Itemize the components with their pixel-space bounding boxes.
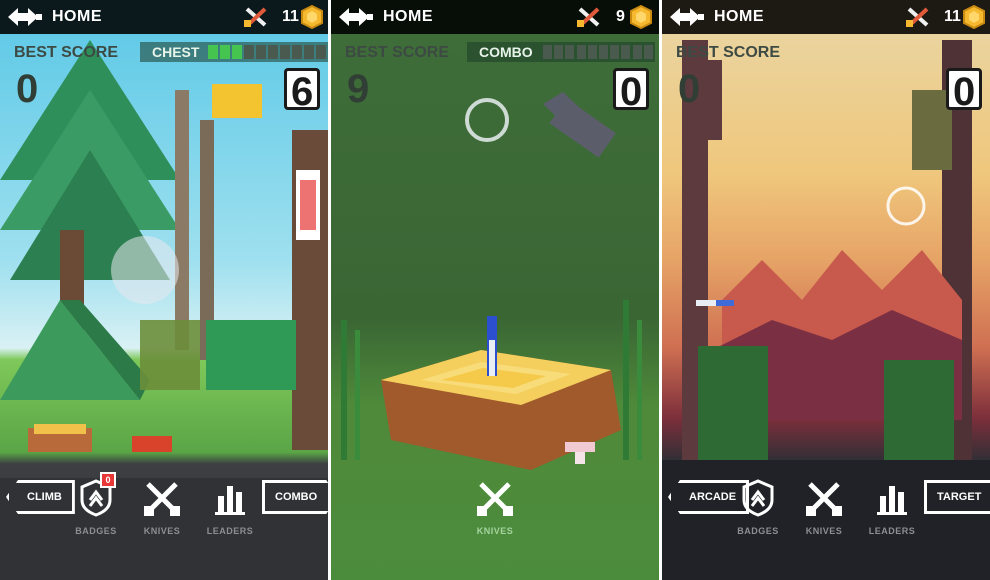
nav-label-leaders: LEADERS <box>868 526 916 536</box>
best-score-value: 9 <box>347 67 370 111</box>
current-score-value: 6 <box>284 68 321 113</box>
current-score-value: 0 <box>613 68 650 113</box>
knives-count: 9 <box>616 8 625 25</box>
climb-button[interactable]: CLIMB <box>6 480 75 514</box>
meter-segment <box>256 45 266 59</box>
chest-meter-segments <box>208 42 328 62</box>
meter-segment <box>599 45 608 59</box>
nav-label-leaders: LEADERS <box>206 526 254 536</box>
game-screen-sunset: HOME 11 BEST SCORE 0 0 ARCADE BADGES KNI… <box>662 0 990 580</box>
home-label[interactable]: HOME <box>52 8 102 26</box>
badge-count: 0 <box>100 472 116 488</box>
meter-segment <box>644 45 653 59</box>
best-score-value: 0 <box>16 67 39 111</box>
crossed-knives-icon <box>144 482 180 516</box>
crossed-knives-icon <box>806 482 842 516</box>
meter-segment <box>292 45 302 59</box>
nav-label-knives: KNIVES <box>476 526 514 536</box>
meter-segment <box>621 45 630 59</box>
bar-chart-icon <box>877 486 907 515</box>
nav-leaders[interactable]: LEADERS <box>200 478 260 536</box>
coin-icon <box>301 5 323 29</box>
meter-segment <box>565 45 574 59</box>
crossed-knives-icon <box>244 7 267 27</box>
meter-segment <box>577 45 586 59</box>
combo-meter-label: COMBO <box>479 44 533 60</box>
shield-icon <box>742 479 774 517</box>
meter-segment <box>543 45 552 59</box>
meter-segment <box>633 45 642 59</box>
bar-chart-icon <box>215 486 245 515</box>
nav-knives[interactable]: KNIVES <box>465 478 525 536</box>
home-label[interactable]: HOME <box>714 8 764 26</box>
target-button[interactable]: TARGET <box>924 480 990 514</box>
combo-button[interactable]: COMBO <box>262 480 328 514</box>
combo-meter: COMBO <box>467 42 655 62</box>
chest-meter: CHEST <box>140 42 328 62</box>
meter-segment <box>610 45 619 59</box>
meter-segment <box>316 45 326 59</box>
top-bar: HOME 9 <box>331 0 659 34</box>
bottom-nav: ARCADE BADGES KNIVES LEADERS TARGET <box>662 460 990 580</box>
nav-label-knives: KNIVES <box>805 526 843 536</box>
nav-label-badges: BADGES <box>75 526 117 536</box>
crossed-knives-icon <box>577 7 600 27</box>
top-bar: HOME 11 <box>0 0 328 34</box>
home-label[interactable]: HOME <box>383 8 433 26</box>
nav-leaders[interactable]: LEADERS <box>862 478 922 536</box>
home-icon[interactable] <box>670 6 704 28</box>
home-icon[interactable] <box>339 6 373 28</box>
best-score-label: BEST SCORE <box>345 44 450 61</box>
meter-segment <box>554 45 563 59</box>
game-screen-camp: HOME 11 BEST SCORE CHEST 0 6 CLIMB 0 BAD… <box>0 0 328 580</box>
top-bar: HOME 11 <box>662 0 990 34</box>
bottom-nav: CLIMB 0 BADGES KNIVES LEADERS COMBO <box>0 460 328 580</box>
nav-badges[interactable]: 0 BADGES <box>66 472 126 536</box>
meter-segment <box>280 45 290 59</box>
best-score-label: BEST SCORE <box>676 44 781 61</box>
best-score-label: BEST SCORE <box>14 44 119 61</box>
coin-icon <box>630 5 652 29</box>
bottom-nav: KNIVES <box>331 460 659 580</box>
nav-knives[interactable]: KNIVES <box>132 478 192 536</box>
knives-count: 11 <box>944 8 961 25</box>
combo-meter-segments <box>543 42 655 62</box>
chest-meter-label: CHEST <box>152 44 200 60</box>
best-score-value: 0 <box>678 67 701 111</box>
current-score-value: 0 <box>946 68 983 113</box>
coin-icon <box>963 5 985 29</box>
nav-label-badges: BADGES <box>737 526 779 536</box>
meter-segment <box>244 45 254 59</box>
nav-knives[interactable]: KNIVES <box>794 478 854 536</box>
meter-segment <box>208 45 218 59</box>
meter-segment <box>268 45 278 59</box>
crossed-knives-icon <box>906 7 929 27</box>
meter-segment <box>588 45 597 59</box>
crossed-knives-icon <box>477 482 513 516</box>
nav-label-knives: KNIVES <box>143 526 181 536</box>
knives-count: 11 <box>282 8 299 25</box>
game-screen-stump: HOME 9 BEST SCORE COMBO 9 0 KNIVES <box>331 0 659 580</box>
meter-segment <box>220 45 230 59</box>
meter-segment <box>304 45 314 59</box>
nav-badges[interactable]: BADGES <box>728 478 788 536</box>
meter-segment <box>232 45 242 59</box>
home-icon[interactable] <box>8 6 42 28</box>
